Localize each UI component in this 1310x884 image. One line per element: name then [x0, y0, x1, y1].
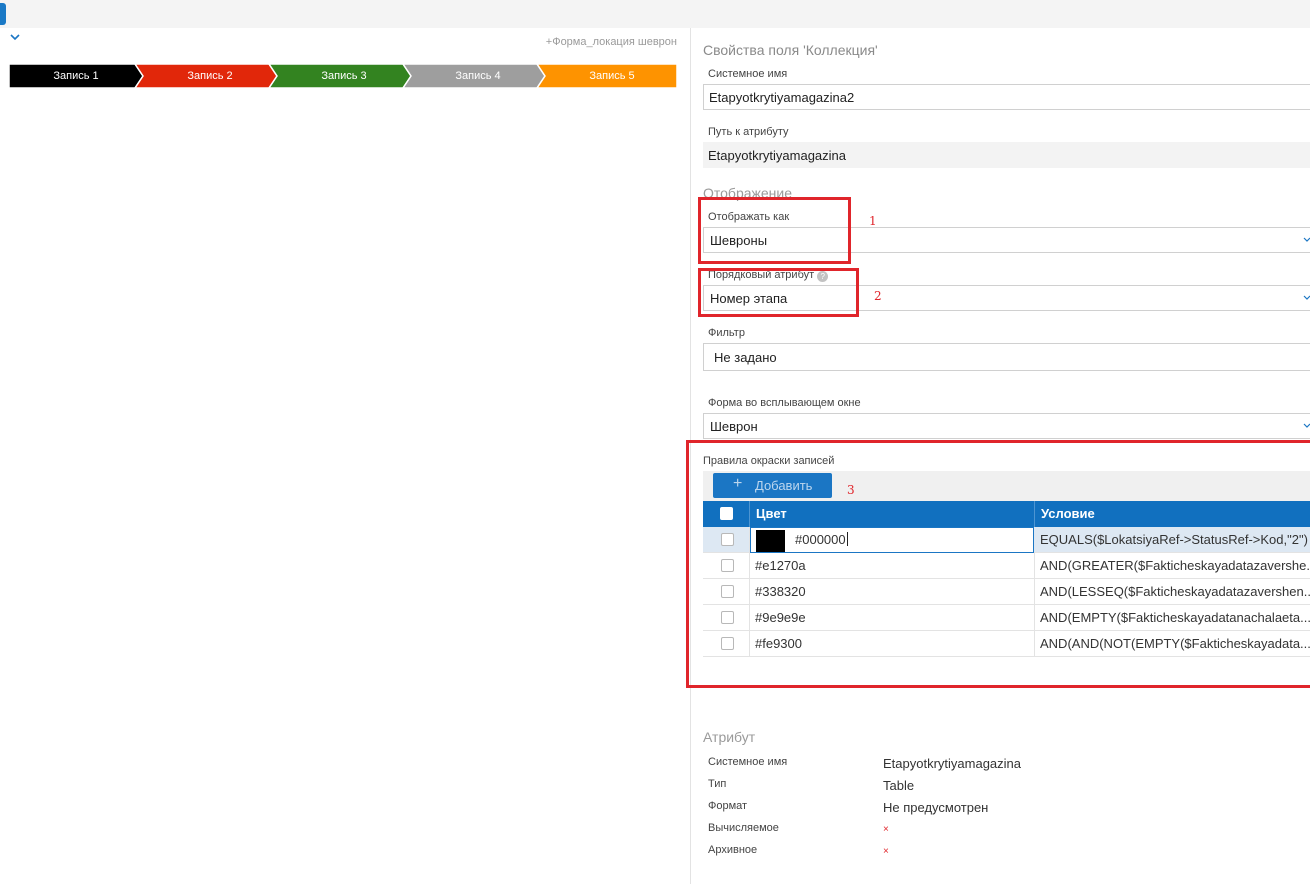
attr-archived-label: Архивное: [708, 844, 758, 856]
attr-system-name-value: Etapyotkrytiyamagazina: [883, 756, 1022, 771]
filter-value: Не задано: [714, 350, 777, 365]
chevron-down-icon[interactable]: [8, 30, 22, 44]
attr-type-label: Тип: [708, 778, 727, 790]
attribute-path-field: Etapyotkrytiyamagazina: [703, 142, 1310, 168]
attribute-section-title: Атрибут: [703, 729, 756, 745]
attr-type-value: Table: [883, 778, 915, 793]
form-link[interactable]: +Форма_локация шеврон: [546, 36, 677, 48]
chevron-label-1[interactable]: Запись 1: [9, 64, 143, 88]
annotation-2: 2: [874, 289, 882, 303]
close-icon: ×: [883, 846, 889, 857]
system-name-input[interactable]: Etapyotkrytiyamagazina2: [703, 84, 1310, 110]
popup-form-select[interactable]: Шеврон: [703, 413, 1310, 439]
highlight-box-2: [698, 268, 859, 317]
filter-label: Фильтр: [708, 327, 745, 339]
chevron-label-5[interactable]: Запись 5: [545, 64, 679, 88]
chevron-bar: Запись 1 Запись 2 Запись 3 Запись 4 Запи…: [7, 64, 680, 88]
attr-computed-label: Вычисляемое: [708, 822, 779, 834]
annotation-1: 1: [869, 214, 877, 228]
attribute-path-value: Etapyotkrytiyamagazina: [708, 148, 847, 163]
system-name-value: Etapyotkrytiyamagazina2: [709, 90, 855, 105]
close-icon: ×: [883, 824, 889, 835]
chevron-down-icon: [1303, 423, 1310, 428]
attr-system-name-label: Системное имя: [708, 756, 788, 768]
attr-format-value: Не предусмотрен: [883, 800, 989, 815]
active-tab-marker[interactable]: [0, 3, 6, 25]
popup-form-label: Форма во всплывающем окне: [708, 397, 861, 409]
chevron-label-3[interactable]: Запись 3: [277, 64, 411, 88]
attr-format-label: Формат: [708, 800, 748, 812]
highlight-box-1: [698, 197, 851, 264]
highlight-box-3: [686, 440, 1310, 688]
chevron-label-4[interactable]: Запись 4: [411, 64, 545, 88]
chevron-label-2[interactable]: Запись 2: [143, 64, 277, 88]
chevron-down-icon: [1303, 295, 1310, 300]
popup-form-value: Шеврон: [710, 419, 758, 434]
filter-field[interactable]: Не задано: [703, 343, 1310, 371]
panel-title: Свойства поля 'Коллекция': [703, 42, 878, 58]
system-name-label: Системное имя: [708, 68, 788, 80]
annotation-3: 3: [847, 483, 855, 497]
attribute-path-label: Путь к атрибуту: [708, 126, 789, 138]
chevron-down-icon: [1303, 237, 1310, 242]
